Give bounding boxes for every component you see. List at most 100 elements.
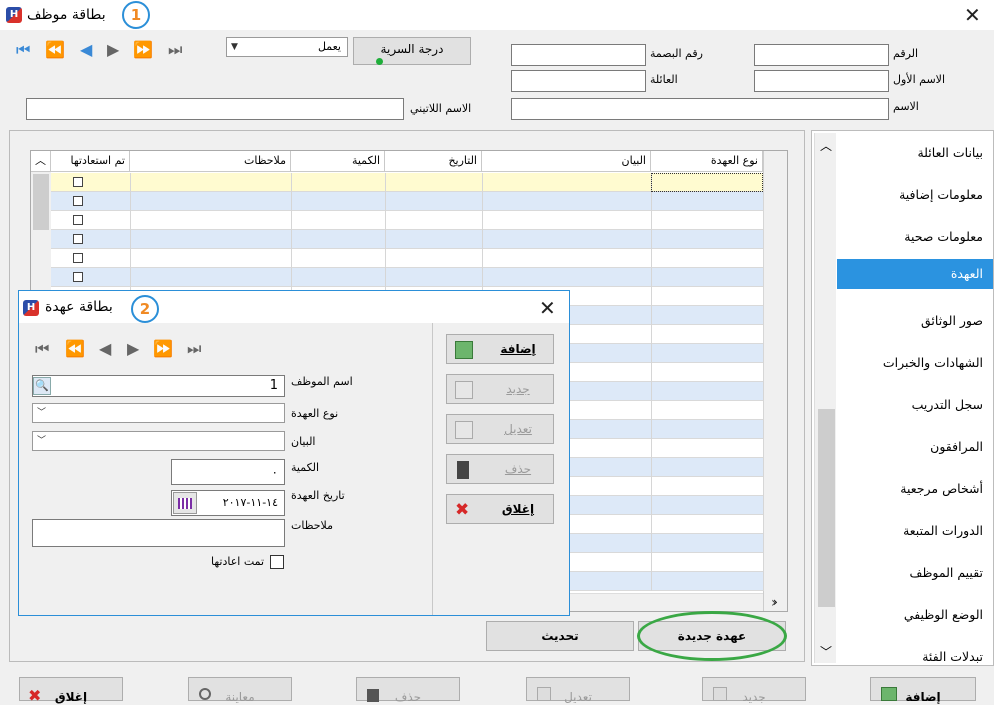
column-divider <box>763 439 764 458</box>
next-page-icon[interactable]: ⏩ <box>133 42 153 58</box>
column-divider <box>763 534 764 553</box>
sidebar-item-health-info[interactable]: معلومات صحية <box>833 229 983 244</box>
sidebar-item-additional-info[interactable]: معلومات إضافية <box>833 187 983 202</box>
new-document-icon <box>455 381 473 399</box>
previous-page-icon[interactable]: ⏪ <box>45 42 65 58</box>
quantity-field[interactable]: ٠ <box>171 459 285 485</box>
sidebar-item-family-data[interactable]: بيانات العائلة <box>833 145 983 160</box>
main-edit-button[interactable]: تعديل <box>526 677 630 704</box>
calendar-icon[interactable] <box>173 492 197 514</box>
dialog-previous-page-icon[interactable]: ⏪ <box>65 341 85 357</box>
column-header-notes[interactable]: ملاحظات <box>130 151 291 172</box>
dialog-last-record-icon[interactable]: ⏭ <box>187 341 201 357</box>
sidebar-item-document-images[interactable]: صور الوثائق <box>833 313 983 328</box>
column-divider <box>763 572 764 591</box>
dialog-next-record-icon[interactable]: ▶ <box>127 341 139 357</box>
returned-row-checkbox[interactable] <box>73 196 83 206</box>
notes-field[interactable] <box>32 519 285 547</box>
close-icon[interactable]: ✕ <box>964 5 981 25</box>
next-record-icon[interactable]: ▶ <box>107 42 119 58</box>
secrecy-level-button[interactable]: درجة السرية <box>353 37 471 65</box>
returned-row-checkbox[interactable] <box>73 177 83 187</box>
sidebar-item-category-changes[interactable]: تبدلات الفئة <box>833 649 983 664</box>
sidebar-item-references[interactable]: أشخاص مرجعية <box>833 481 983 496</box>
returned-row-checkbox[interactable] <box>73 234 83 244</box>
main-add-button[interactable]: إضافة <box>870 677 976 704</box>
main-new-button[interactable]: جديد <box>702 677 806 704</box>
latin-name-field[interactable] <box>26 98 404 120</box>
scroll-up-icon[interactable]: ︿ <box>820 137 832 154</box>
main-close-button[interactable]: ✖ إغلاق <box>19 677 123 705</box>
table-row[interactable] <box>51 249 764 268</box>
chevron-right-icon[interactable]: › <box>771 595 777 611</box>
sidebar-item-custody[interactable]: العهدة <box>837 259 993 289</box>
column-divider <box>482 230 483 249</box>
status-combo[interactable]: يعمل ▼ <box>226 37 348 57</box>
dialog-close-button[interactable]: ✖ إغلاق <box>446 494 554 524</box>
table-row[interactable] <box>51 268 764 287</box>
dialog-edit-label: تعديل <box>504 422 532 436</box>
table-row[interactable] <box>51 192 764 211</box>
column-header-statement[interactable]: البيان <box>482 151 651 172</box>
column-divider <box>482 211 483 230</box>
column-divider <box>763 458 764 477</box>
sidebar-item-companions[interactable]: المرافقون <box>833 439 983 454</box>
column-divider <box>763 325 764 344</box>
employee-name-value: 1 <box>269 378 278 393</box>
sidebar-item-certificates[interactable]: الشهادات والخبرات <box>833 355 983 370</box>
search-icon[interactable]: 🔍 <box>33 377 51 395</box>
dialog-previous-record-icon[interactable]: ◀ <box>99 341 111 357</box>
dialog-close-icon[interactable]: ✕ <box>539 298 556 318</box>
last-record-icon[interactable]: ⏭ <box>168 42 182 58</box>
column-divider <box>763 173 764 192</box>
table-row[interactable] <box>51 211 764 230</box>
column-divider <box>385 173 386 192</box>
refresh-button[interactable]: تحديث <box>486 621 634 651</box>
column-divider <box>763 230 764 249</box>
dialog-next-page-icon[interactable]: ⏩ <box>153 341 173 357</box>
dialog-title: بطاقة عهدة <box>45 299 113 315</box>
main-preview-button[interactable]: معاينة <box>188 677 292 704</box>
dialog-add-button[interactable]: إضافة <box>446 334 554 364</box>
number-field[interactable] <box>754 44 889 66</box>
trash-icon <box>457 461 469 479</box>
column-header-custody-type[interactable]: نوع العهدة <box>651 151 763 172</box>
returned-row-checkbox[interactable] <box>73 272 83 282</box>
first-name-field[interactable] <box>754 70 889 92</box>
statement-label: البيان <box>291 435 316 448</box>
sidebar-item-courses[interactable]: الدورات المتبعة <box>833 523 983 538</box>
table-row[interactable] <box>51 173 764 192</box>
returned-label: تمت اعادتها <box>211 555 265 568</box>
employee-name-field[interactable]: 1 <box>32 375 285 397</box>
returned-checkbox[interactable] <box>270 555 284 569</box>
name-field[interactable] <box>511 98 889 120</box>
dialog-delete-button[interactable]: حذف <box>446 454 554 484</box>
column-header-date[interactable]: التاريخ <box>385 151 482 172</box>
custody-type-combo[interactable]: ﹀ <box>32 403 285 423</box>
main-delete-button[interactable]: حذف <box>356 677 460 704</box>
column-divider <box>651 572 652 591</box>
sidebar-item-evaluation[interactable]: تقييم الموظف <box>833 565 984 580</box>
column-header-returned[interactable]: تم استعادتها <box>51 151 130 172</box>
dialog-edit-button[interactable]: تعديل <box>446 414 554 444</box>
sidebar-item-job-status[interactable]: الوضع الوظيفي <box>833 607 983 622</box>
column-divider <box>763 420 764 439</box>
fingerprint-field[interactable] <box>511 44 646 66</box>
statement-combo[interactable]: ﹀ <box>32 431 285 451</box>
selected-cell[interactable] <box>651 173 763 192</box>
dialog-first-record-icon[interactable]: ⏮ <box>35 341 49 357</box>
sidebar-item-training-record[interactable]: سجل التدريب <box>833 397 983 412</box>
column-header-quantity[interactable]: الكمية <box>291 151 385 172</box>
returned-row-checkbox[interactable] <box>73 253 83 263</box>
first-name-label: الاسم الأول <box>893 73 945 86</box>
grid-right-gutter <box>763 151 787 611</box>
first-record-icon[interactable]: ⏮ <box>16 42 30 58</box>
returned-row-checkbox[interactable] <box>73 215 83 225</box>
previous-record-icon[interactable]: ◀ <box>80 42 92 58</box>
scroll-down-icon[interactable]: ﹀ <box>820 643 832 660</box>
family-field[interactable] <box>511 70 646 92</box>
grid-scroll-thumb[interactable] <box>33 174 49 230</box>
dialog-new-button[interactable]: جديد <box>446 374 554 404</box>
grid-scroll-up-icon[interactable]: ︿ <box>31 151 51 172</box>
table-row[interactable] <box>51 230 764 249</box>
